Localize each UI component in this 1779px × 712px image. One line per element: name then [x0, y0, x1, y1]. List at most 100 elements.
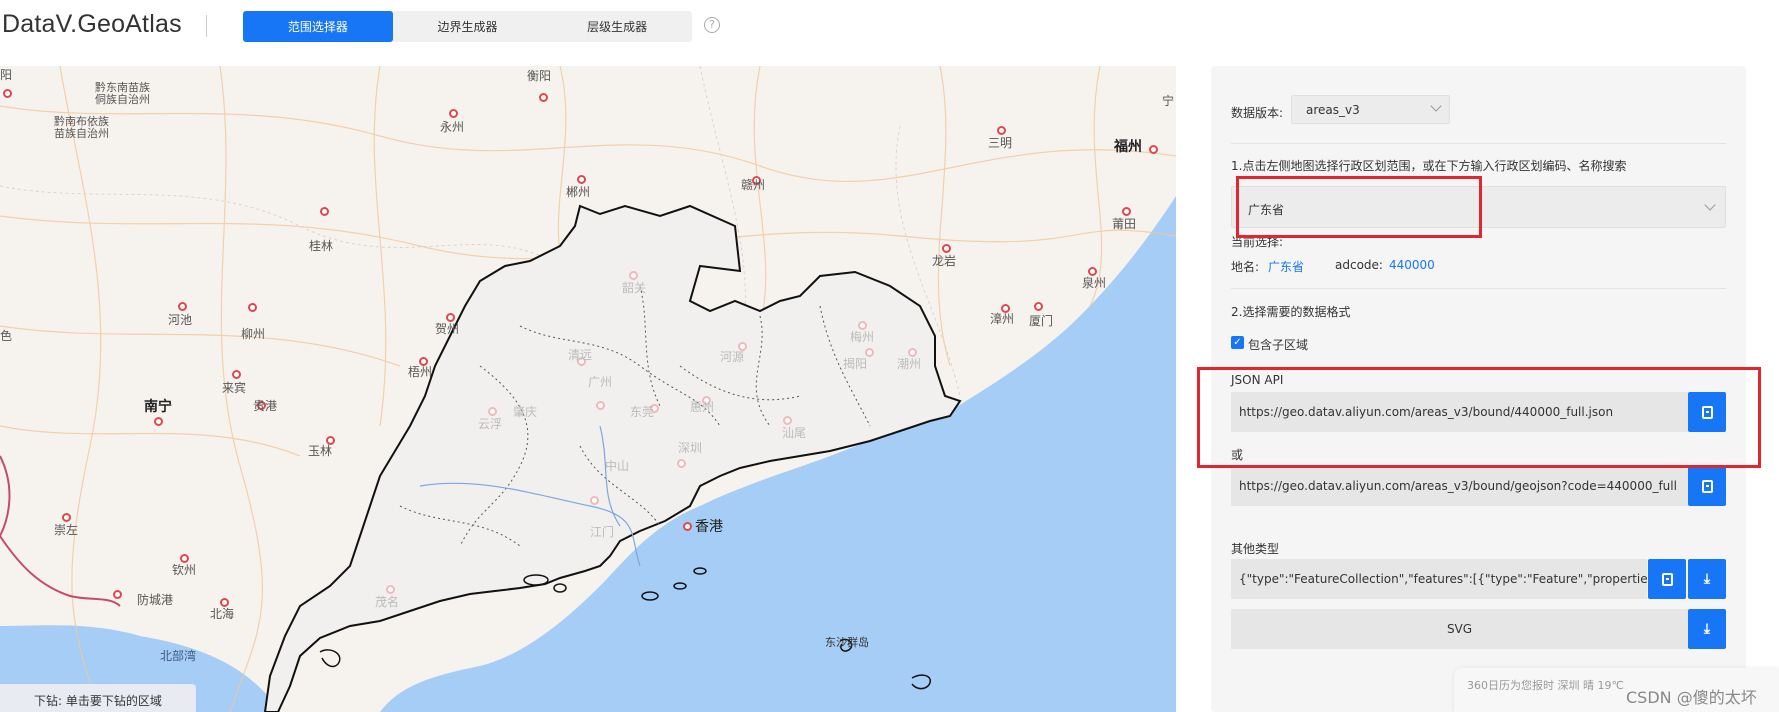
city-marker[interactable] [997, 126, 1006, 135]
city-marker[interactable] [232, 370, 241, 379]
city-marker[interactable] [1034, 302, 1043, 311]
map-label: 惠州 [690, 400, 715, 414]
map-label: 韶关 [622, 281, 647, 295]
other-types-label: 其他类型 [1231, 542, 1280, 556]
map-label: 色 [0, 329, 13, 343]
feature-json-field[interactable]: {"type":"FeatureCollection","features":[… [1231, 559, 1647, 599]
copy-icon [1661, 572, 1673, 586]
city-marker[interactable] [320, 207, 329, 216]
data-version-select[interactable]: areas_v3 [1291, 95, 1450, 124]
map-label: 北海 [210, 607, 235, 621]
place-name-label: 地名: [1231, 260, 1260, 274]
map-label: 福州 [1114, 139, 1142, 155]
city-marker[interactable] [488, 407, 497, 416]
place-name-value[interactable]: 广东省 [1268, 258, 1304, 275]
step1-instruction: 1.点击左侧地图选择行政区划范围，或在下方输入行政区划编码、名称搜索 [1231, 159, 1627, 173]
include-subregion-label: 包含子区域 [1248, 338, 1309, 352]
copy-icon [1701, 479, 1713, 493]
city-marker[interactable] [590, 496, 599, 505]
map-label: 东莞 [630, 405, 655, 419]
map-label: 贺州 [435, 322, 460, 336]
drill-hint: 下钻: 单击要下钻的区域 [0, 684, 196, 712]
app-header: DataV.GeoAtlas 范围选择器 边界生成器 层级生成器 ? [0, 0, 1779, 58]
tab-level-generator[interactable]: 层级生成器 [542, 11, 692, 42]
map-label: 钦州 [172, 563, 197, 577]
data-version-value: areas_v3 [1306, 103, 1360, 117]
city-marker[interactable] [248, 303, 257, 312]
map-label: 三明 [988, 136, 1013, 150]
map-label: 防城港 [137, 593, 174, 607]
adcode-value[interactable]: 440000 [1389, 258, 1435, 272]
map-label: 黔南布依族 苗族自治州 [54, 115, 109, 141]
include-subregion-checkbox[interactable]: ✓ [1231, 336, 1244, 349]
city-marker[interactable] [446, 313, 455, 322]
watermark: CSDN @傻的太坏 [1626, 688, 1757, 707]
map-label: 阳 [0, 68, 13, 82]
map-label: 郴州 [566, 185, 591, 199]
data-version-label: 数据版本: [1231, 106, 1284, 120]
map-label: 来宾 [222, 381, 247, 395]
map-label: 南宁 [144, 399, 172, 415]
map-label: 清远 [568, 348, 593, 362]
city-marker[interactable] [449, 109, 458, 118]
map-label: 莆田 [1112, 217, 1137, 231]
city-marker[interactable] [1088, 267, 1097, 276]
map-label: 贵港 [253, 399, 278, 413]
city-marker[interactable] [908, 348, 917, 357]
annotation-box-region [1236, 176, 1482, 238]
city-marker[interactable] [1149, 145, 1158, 154]
map-label: 梧州 [408, 365, 433, 379]
map-label: 北部湾 [160, 649, 197, 663]
copy-feature-json-button[interactable] [1648, 559, 1686, 599]
map-label: 赣州 [741, 178, 766, 192]
tab-range-selector[interactable]: 范围选择器 [243, 11, 393, 42]
city-marker[interactable] [178, 302, 187, 311]
divider [1231, 288, 1726, 289]
city-marker[interactable] [865, 348, 874, 357]
app-logo[interactable]: DataV.GeoAtlas [2, 10, 182, 39]
city-marker[interactable] [386, 585, 395, 594]
city-marker[interactable] [783, 416, 792, 425]
city-marker[interactable] [154, 417, 163, 426]
city-marker[interactable] [677, 459, 686, 468]
map-label: 崇左 [54, 523, 79, 537]
city-marker[interactable] [577, 175, 586, 184]
adcode-label: adcode: [1335, 258, 1383, 272]
svg-field: SVG [1231, 609, 1688, 649]
download-icon: ⤓ [1703, 571, 1711, 587]
weather-text: 360日历为您报时 深圳 晴 19℃ [1467, 679, 1624, 692]
download-svg-button[interactable]: ⤓ [1688, 609, 1726, 649]
map-label: 梅州 [850, 330, 875, 344]
map-label: 厦门 [1029, 314, 1054, 328]
question-circle-icon[interactable]: ? [704, 17, 720, 33]
map-label: 广州 [588, 375, 613, 389]
download-json-button[interactable]: ⤓ [1688, 559, 1726, 599]
map-label: 衡阳 [527, 69, 552, 83]
city-marker[interactable] [596, 401, 605, 410]
city-marker[interactable] [113, 590, 122, 599]
map-label: 柳州 [241, 327, 266, 341]
annotation-box-json-api [1197, 367, 1761, 468]
geojson-url-field[interactable]: https://geo.datav.aliyun.com/areas_v3/bo… [1231, 466, 1688, 506]
tab-boundary-generator[interactable]: 边界生成器 [393, 11, 543, 42]
city-marker[interactable] [539, 93, 548, 102]
city-marker[interactable] [62, 513, 71, 522]
map-label: 桂林 [309, 239, 334, 253]
city-marker[interactable] [858, 321, 867, 330]
map-label: 东沙群岛 [825, 636, 869, 649]
city-marker[interactable] [629, 271, 638, 280]
copy-geojson-button[interactable] [1688, 466, 1726, 506]
map-label: 龙岩 [932, 254, 957, 268]
city-marker[interactable] [180, 554, 189, 563]
map-view[interactable]: 阳 黔东南苗族 侗族自治州 黔南布依族 苗族自治州 衡阳 永州 郴州 赣州 三明… [0, 66, 1176, 712]
city-marker[interactable] [1122, 207, 1131, 216]
map-label: 河池 [168, 313, 193, 327]
logo-divider [206, 15, 207, 37]
city-marker[interactable] [220, 598, 229, 607]
city-marker[interactable] [683, 522, 692, 531]
city-marker[interactable] [3, 89, 12, 98]
map-label: 玉林 [308, 444, 333, 458]
divider [1231, 143, 1726, 144]
map-label: 揭阳 [843, 357, 868, 371]
city-marker[interactable] [942, 244, 951, 253]
